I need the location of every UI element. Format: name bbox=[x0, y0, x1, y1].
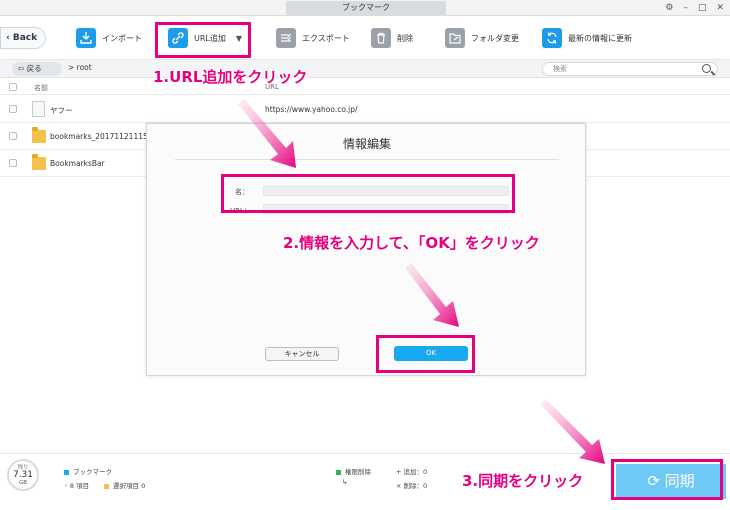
list-item[interactable]: ヤフー https://www.yahoo.co.jp/ bbox=[0, 96, 730, 123]
storage-value: 7.31 bbox=[12, 470, 34, 480]
column-header-name[interactable]: 名前 bbox=[34, 83, 48, 93]
list-header: 名前 URL bbox=[0, 79, 730, 95]
delete-count-text: 削除：0 bbox=[403, 482, 428, 490]
annotation-step3: 3.同期をクリック bbox=[462, 472, 584, 490]
delete-button[interactable]: 削除 bbox=[371, 24, 413, 52]
dialog-divider bbox=[175, 159, 559, 160]
folder-change-icon bbox=[445, 28, 465, 48]
folder-change-label: フォルダ変更 bbox=[471, 33, 519, 43]
back-button[interactable]: ‹ Back bbox=[0, 27, 46, 49]
path-back-button[interactable]: ⇦ 戻る bbox=[12, 62, 62, 76]
search-placeholder: 検索 bbox=[553, 65, 567, 73]
folder-icon bbox=[32, 127, 46, 143]
storage-unit: GB bbox=[18, 480, 28, 486]
close-icon[interactable]: ✕ bbox=[716, 3, 724, 13]
row-url: https://www.yahoo.co.jp/ bbox=[265, 105, 358, 114]
row-checkbox[interactable] bbox=[9, 159, 17, 167]
row-name: ヤフー bbox=[50, 106, 73, 115]
search-input[interactable]: 検索 bbox=[542, 62, 718, 76]
dialog-title: 情報編集 bbox=[342, 137, 391, 151]
item-count: ◦ 8 項目 bbox=[64, 482, 90, 490]
highlight-add-url bbox=[155, 22, 251, 58]
import-button[interactable]: インポート bbox=[76, 24, 142, 52]
select-all-checkbox[interactable] bbox=[9, 83, 17, 91]
file-icon bbox=[32, 101, 45, 117]
settings-icon[interactable]: ⚙ bbox=[665, 3, 673, 13]
search-icon[interactable] bbox=[702, 64, 711, 73]
maximize-icon[interactable]: □ bbox=[698, 3, 707, 13]
highlight-ok-button bbox=[376, 335, 475, 373]
selected-count: 選択項目 0 bbox=[104, 480, 145, 490]
source-label-text: ブックマーク bbox=[73, 468, 112, 476]
refresh-button[interactable]: 最新の情報に更新 bbox=[542, 24, 632, 52]
path-bar: ⇦ 戻る > root 検索 bbox=[0, 60, 730, 78]
title-bar: ブックマーク ⚙ – □ ✕ bbox=[0, 0, 730, 16]
delete-count: × 削除：0 bbox=[396, 482, 428, 490]
item-count-text: 8 項目 bbox=[69, 482, 90, 490]
import-label: インポート bbox=[102, 33, 142, 43]
row-name: BookmarksBar bbox=[50, 159, 105, 168]
storage-indicator: 残り 7.31 GB bbox=[7, 459, 39, 491]
legend-color-icon bbox=[336, 469, 341, 475]
legend-label-text: 権限削除 bbox=[345, 468, 371, 476]
minimize-icon[interactable]: – bbox=[683, 3, 688, 13]
export-label: エクスポート bbox=[302, 33, 350, 43]
trash-icon bbox=[371, 28, 391, 48]
return-arrow-icon: ↳ bbox=[342, 478, 348, 486]
folder-icon bbox=[32, 154, 46, 170]
export-button[interactable]: エクスポート bbox=[276, 24, 350, 52]
highlight-sync-button bbox=[611, 459, 723, 500]
cancel-button[interactable]: キャンセル bbox=[265, 347, 339, 361]
source-color-icon bbox=[64, 469, 69, 475]
path-back-label: 戻る bbox=[26, 64, 42, 73]
delete-label: 削除 bbox=[397, 33, 413, 43]
annotation-step2: 2.情報を入力して、「OK」をクリック bbox=[283, 234, 540, 252]
back-button-label: Back bbox=[12, 33, 38, 43]
selected-count-text: 選択項目 0 bbox=[113, 482, 146, 490]
row-name: bookmarks_201711211150 bbox=[50, 132, 153, 141]
export-icon bbox=[276, 28, 296, 48]
legend-label: 権限削除 bbox=[336, 466, 371, 476]
toolbar: ‹ Back インポート URL追加 ▼ エクスポート 削除 フォルダ変更 最新… bbox=[0, 16, 730, 60]
window-title: ブックマーク bbox=[286, 1, 446, 15]
annotation-step1: 1.URL追加をクリック bbox=[153, 68, 308, 86]
add-count-text: 追加：0 bbox=[403, 468, 428, 476]
window-controls: ⚙ – □ ✕ bbox=[665, 0, 724, 16]
highlight-input-fields bbox=[221, 174, 515, 213]
refresh-icon bbox=[542, 28, 562, 48]
import-icon bbox=[76, 28, 96, 48]
breadcrumb[interactable]: > root bbox=[68, 63, 92, 72]
refresh-label: 最新の情報に更新 bbox=[568, 33, 632, 43]
folder-change-button[interactable]: フォルダ変更 bbox=[445, 24, 519, 52]
row-checkbox[interactable] bbox=[9, 105, 17, 113]
add-count: + 追加：0 bbox=[396, 468, 428, 476]
row-checkbox[interactable] bbox=[9, 132, 17, 140]
source-label: ブックマーク bbox=[64, 466, 112, 476]
selected-color-icon bbox=[104, 483, 109, 489]
